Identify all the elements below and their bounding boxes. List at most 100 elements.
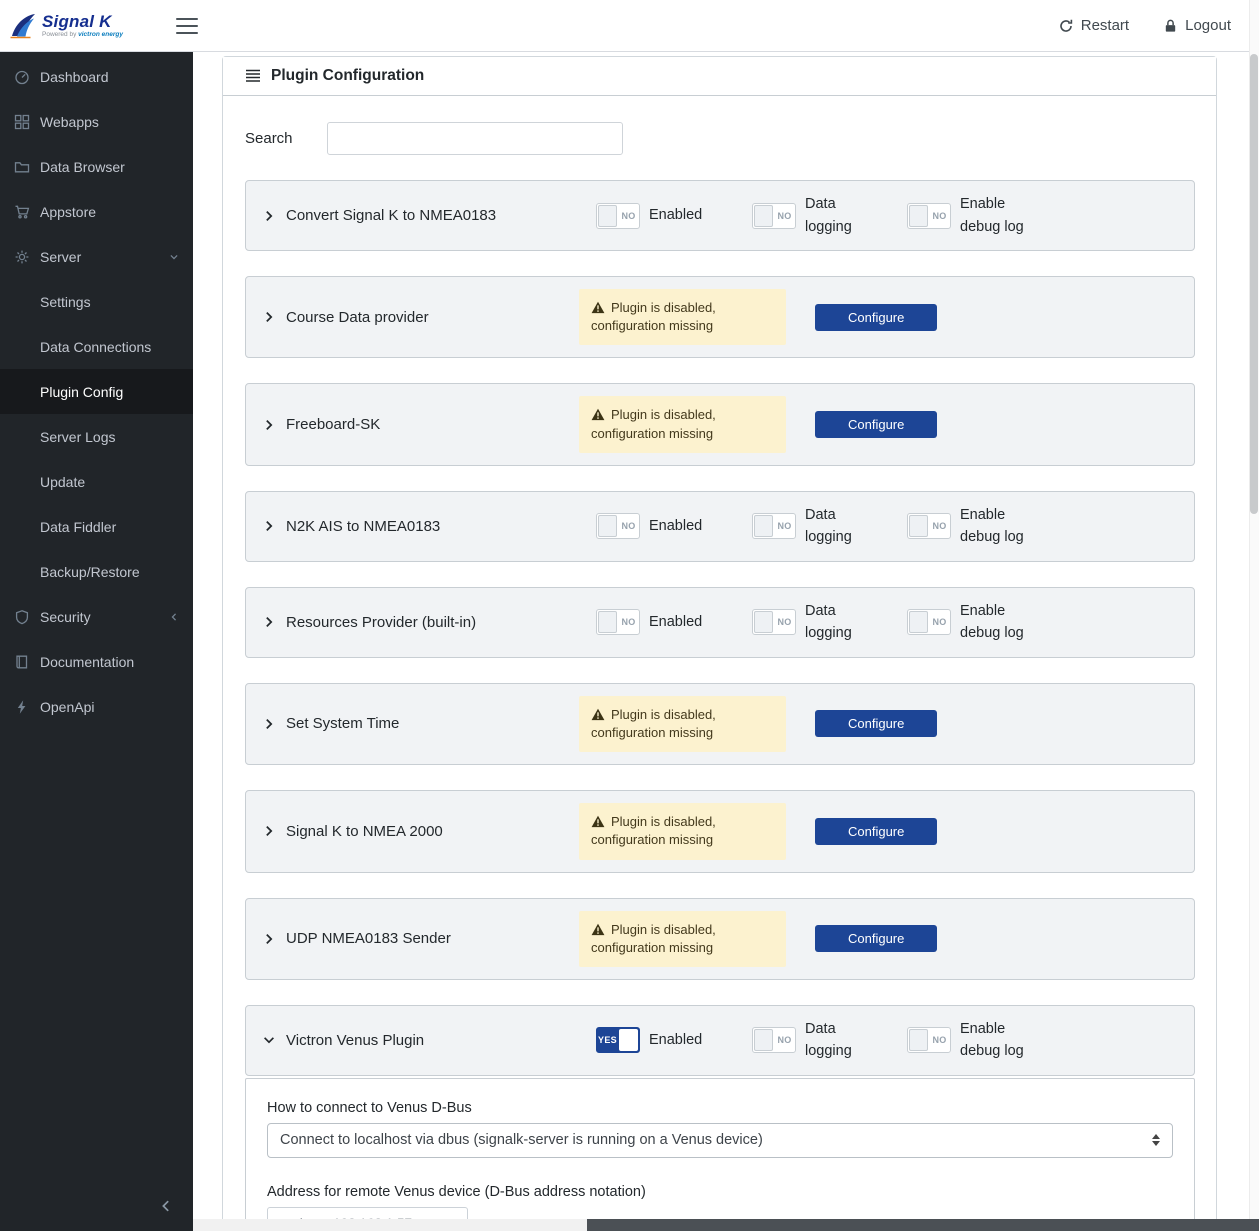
toggle-state-label: NO (621, 521, 636, 532)
data-logging-toggle-group: NO Data logging (752, 504, 907, 549)
topbar: Signal K Powered by victron energy Resta… (0, 0, 1259, 52)
main-content: Plugin Configuration Search Convert Sign… (193, 52, 1259, 1231)
toggle-state-label: NO (932, 210, 947, 221)
data-logging-toggle-group: NO Data logging (752, 1018, 907, 1063)
configure-button[interactable]: Configure (815, 303, 938, 331)
plugin-disabled-warning: Plugin is disabled, configuration missin… (579, 695, 786, 753)
sidebar-item-documentation[interactable]: Documentation (0, 639, 193, 684)
enabled-toggle-group: NO Enabled (596, 513, 752, 540)
search-input[interactable] (327, 122, 623, 155)
chevron-down-icon (169, 249, 179, 265)
debug-toggle[interactable]: NO (907, 513, 951, 540)
plugin-disabled-warning: Plugin is disabled, configuration missin… (579, 803, 786, 860)
plugin-name: Freeboard-SK (286, 416, 381, 434)
sidebar-item-label: Security (40, 608, 91, 625)
sidebar-item-label: Documentation (40, 653, 135, 670)
configure-button[interactable]: Configure (815, 411, 938, 439)
data-logging-toggle[interactable]: NO (752, 513, 796, 540)
debug-toggle[interactable]: NO (907, 1027, 951, 1054)
enabled-toggle-group: NO Enabled (596, 609, 752, 636)
sidebar-item-label: Settings (40, 293, 91, 310)
plugin-row-header[interactable]: Course Data provider (262, 309, 579, 326)
warning-text: Plugin is disabled, configuration missin… (591, 706, 716, 740)
sidebar-item-server[interactable]: Server (0, 234, 193, 279)
plugin-row-header[interactable]: Resources Provider (built-in) (262, 614, 596, 631)
data-logging-label: Data logging (805, 196, 852, 235)
gear-icon (14, 249, 30, 265)
debug-toggle[interactable]: NO (907, 609, 951, 636)
toggle-state-label: NO (777, 521, 792, 532)
data-logging-toggle[interactable]: NO (752, 202, 796, 229)
plugin-name: Convert Signal K to NMEA0183 (286, 207, 497, 224)
sidebar-item-update[interactable]: Update (0, 459, 193, 504)
plugin-disabled-warning: Plugin is disabled, configuration missin… (579, 396, 786, 453)
sidebar-item-appstore[interactable]: Appstore (0, 189, 193, 234)
plugin-row-header[interactable]: Set System Time (262, 715, 579, 732)
debug-toggle[interactable]: NO (907, 202, 951, 229)
sidebar-toggle-button[interactable] (176, 17, 198, 34)
horizontal-scrollbar-thumb[interactable] (587, 1219, 1259, 1231)
sidebar-item-backup-restore[interactable]: Backup/Restore (0, 549, 193, 594)
chevron-right-icon (262, 615, 276, 629)
sidebar-item-settings[interactable]: Settings (0, 279, 193, 324)
lock-icon (1165, 19, 1176, 32)
plugin-row-udp-nmea0183-sender: UDP NMEA0183 Sender Plugin is disabled, … (245, 897, 1195, 980)
plugin-row-set-system-time: Set System Time Plugin is disabled, conf… (245, 682, 1195, 766)
sidebar-item-data-fiddler[interactable]: Data Fiddler (0, 504, 193, 549)
sidebar-item-data-browser[interactable]: Data Browser (0, 144, 193, 189)
toggle-knob (598, 515, 617, 538)
enabled-toggle[interactable]: NO (596, 609, 640, 636)
brand-tagline: Powered by victron energy (42, 30, 123, 38)
dbus-connect-select[interactable]: Connect to localhost via dbus (signalk-s… (267, 1122, 1173, 1158)
sidebar-minimizer[interactable] (0, 1181, 193, 1231)
debug-label: Enable debug log (960, 602, 1024, 642)
toggle-state-label: NO (932, 617, 947, 628)
configure-button[interactable]: Configure (815, 710, 938, 738)
logout-button[interactable]: Logout (1163, 17, 1231, 34)
configure-button[interactable]: Configure (815, 817, 938, 845)
plugin-row-victron-venus: Victron Venus Plugin YES Enabled NO Data… (245, 1004, 1195, 1076)
sidebar-item-openapi[interactable]: OpenApi (0, 684, 193, 729)
plugin-disabled-warning: Plugin is disabled, configuration missin… (579, 910, 786, 967)
sidebar-item-plugin-config[interactable]: Plugin Config (0, 369, 193, 414)
plugin-row-convert-nmea0183: Convert Signal K to NMEA0183 NO Enabled … (245, 180, 1195, 251)
toggle-knob (598, 204, 617, 227)
chevron-right-icon (262, 932, 276, 946)
plugin-row-header[interactable]: UDP NMEA0183 Sender (262, 930, 579, 947)
plugin-row-header[interactable]: Freeboard-SK (262, 416, 579, 433)
sidebar-item-dashboard[interactable]: Dashboard (0, 54, 193, 99)
data-logging-toggle[interactable]: NO (752, 1027, 796, 1054)
enabled-toggle[interactable]: NO (596, 202, 640, 229)
warning-icon (591, 301, 605, 314)
plugin-row-header[interactable]: Signal K to NMEA 2000 (262, 823, 579, 840)
sidebar-item-webapps[interactable]: Webapps (0, 99, 193, 144)
sidebar-item-security[interactable]: Security (0, 594, 193, 639)
card-body: Search Convert Signal K to NMEA0183 NO E… (223, 96, 1216, 1231)
plugin-row-header[interactable]: Convert Signal K to NMEA0183 (262, 207, 596, 224)
debug-label: Enable debug log (960, 506, 1024, 546)
enabled-toggle[interactable]: YES (596, 1027, 640, 1054)
chevron-left-icon (169, 609, 179, 625)
logout-label: Logout (1185, 17, 1231, 34)
configure-button[interactable]: Configure (815, 925, 938, 953)
sidebar-item-label: Server (40, 248, 82, 265)
toggle-state-label: NO (932, 521, 947, 532)
brand-logo[interactable]: Signal K Powered by victron energy (0, 11, 158, 41)
plugin-name: Course Data provider (286, 308, 429, 326)
plugin-row-header[interactable]: N2K AIS to NMEA0183 (262, 518, 596, 535)
sidebar: Dashboard Webapps Data Browser Appstore (0, 52, 193, 1231)
enabled-label: Enabled (649, 1032, 703, 1049)
select-arrows-icon (1152, 1134, 1160, 1147)
data-logging-toggle[interactable]: NO (752, 609, 796, 636)
data-logging-label: Data logging (805, 602, 852, 642)
sidebar-item-label: Backup/Restore (40, 563, 140, 580)
restart-button[interactable]: Restart (1058, 17, 1129, 34)
sidebar-item-server-logs[interactable]: Server Logs (0, 414, 193, 459)
sidebar-item-data-connections[interactable]: Data Connections (0, 324, 193, 369)
vertical-scrollbar-thumb[interactable] (1250, 54, 1258, 514)
toggle-knob (619, 1029, 638, 1052)
plugin-row-header[interactable]: Victron Venus Plugin (262, 1032, 596, 1049)
enabled-toggle[interactable]: NO (596, 513, 640, 540)
sidebar-item-label: Dashboard (40, 68, 109, 85)
chevron-right-icon (262, 418, 276, 432)
